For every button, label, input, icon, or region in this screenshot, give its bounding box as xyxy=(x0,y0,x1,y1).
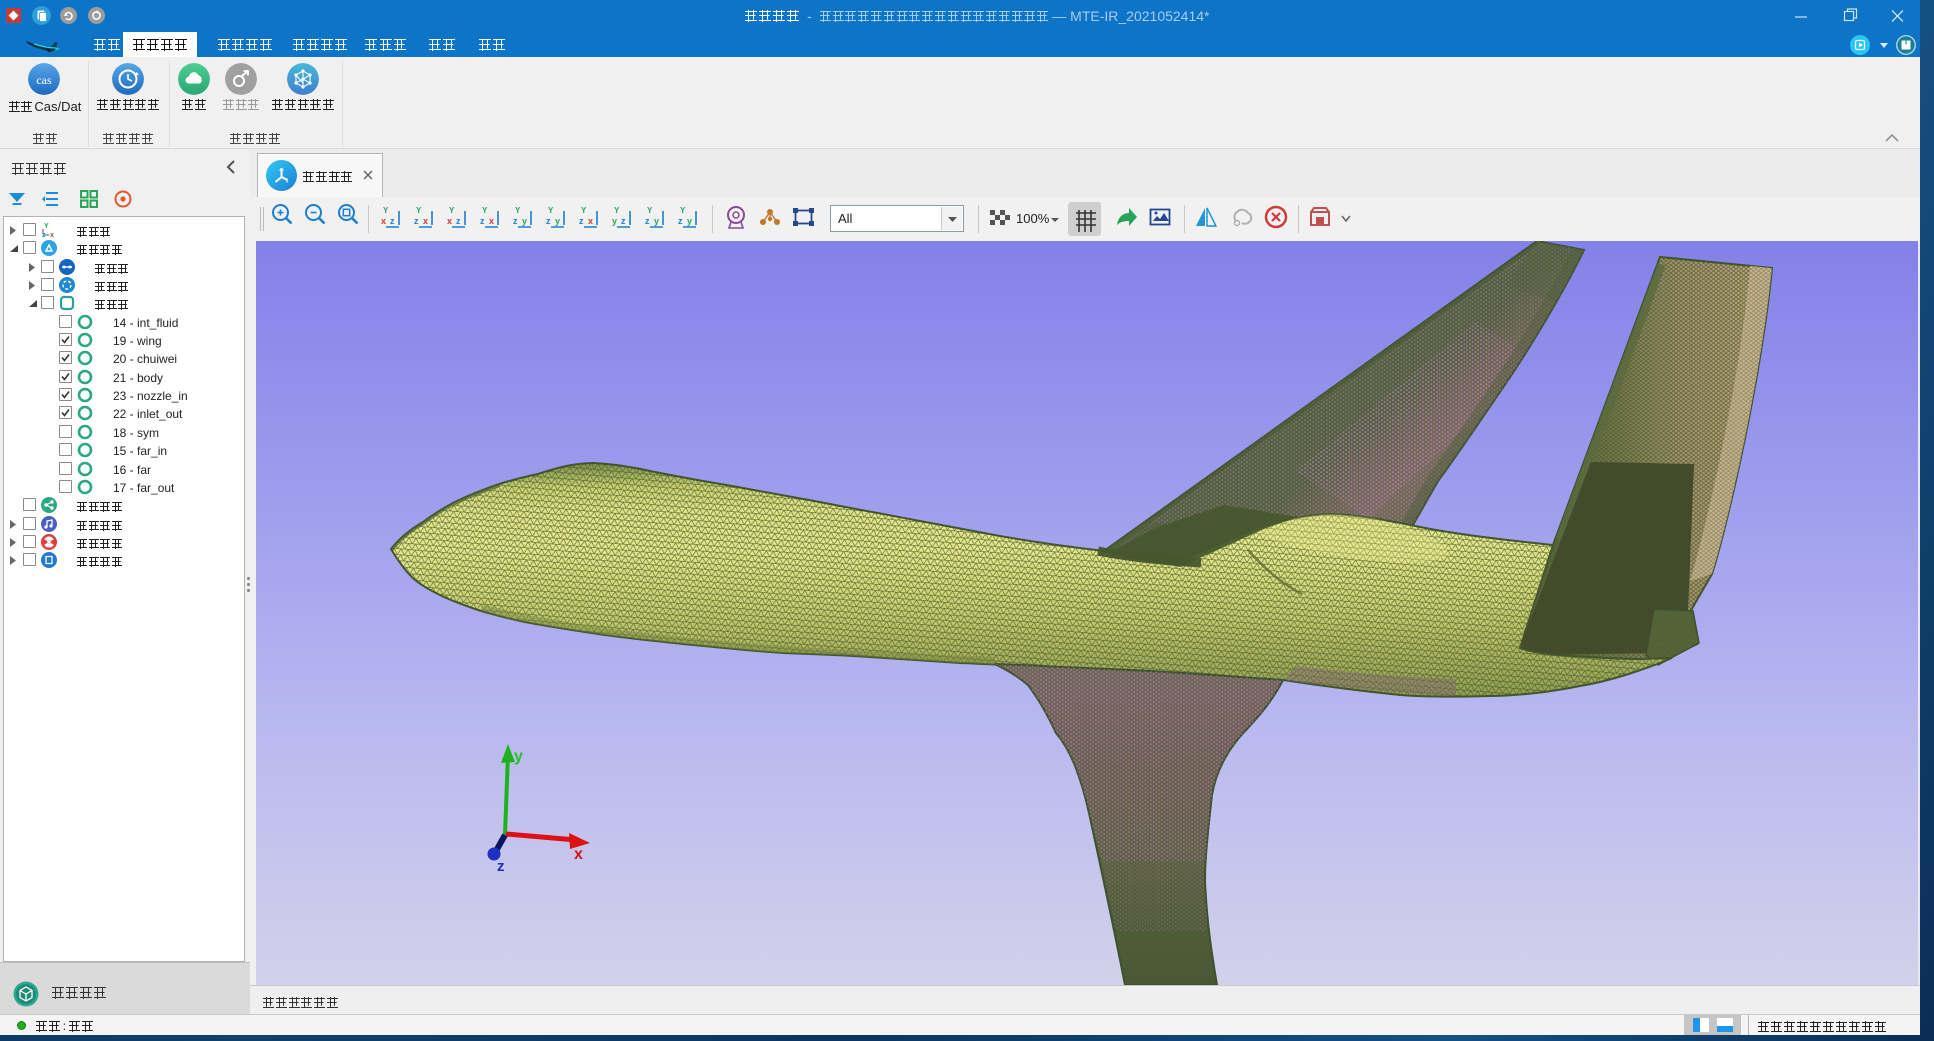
svg-text:z: z xyxy=(456,216,461,226)
svg-text:y: y xyxy=(687,216,692,226)
svg-text:x: x xyxy=(588,216,593,226)
svg-text:Y: Y xyxy=(416,206,422,215)
svg-text:Y: Y xyxy=(680,206,686,215)
svg-text:y: y xyxy=(514,748,523,765)
svg-text:x: x xyxy=(447,216,452,226)
svg-text:Y: Y xyxy=(614,206,620,215)
svg-text:Y: Y xyxy=(581,206,587,215)
svg-text:z: z xyxy=(579,216,584,226)
svg-text:z: z xyxy=(621,216,626,226)
svg-text:z: z xyxy=(678,216,683,226)
svg-text:Y: Y xyxy=(482,206,488,215)
svg-text:z: z xyxy=(390,216,395,226)
svg-text:z: z xyxy=(513,216,518,226)
svg-text:Y: Y xyxy=(515,206,521,215)
svg-text:x: x xyxy=(381,216,386,226)
svg-text:z: z xyxy=(414,216,419,226)
svg-text:z: z xyxy=(497,858,505,875)
svg-text:y: y xyxy=(522,216,527,226)
svg-text:Y: Y xyxy=(647,206,653,215)
svg-text:x: x xyxy=(50,232,54,238)
svg-text:y: y xyxy=(654,216,659,226)
svg-text:cas: cas xyxy=(36,73,52,87)
svg-text:y: y xyxy=(612,216,617,226)
svg-text:z: z xyxy=(546,216,551,226)
svg-text:Y: Y xyxy=(548,206,554,215)
svg-text:Y: Y xyxy=(449,206,455,215)
svg-text:Y: Y xyxy=(383,206,389,215)
svg-text:z: z xyxy=(480,216,485,226)
svg-text:x: x xyxy=(574,846,583,863)
svg-text:Y: Y xyxy=(44,223,49,230)
svg-text:x: x xyxy=(489,216,494,226)
svg-text:z: z xyxy=(645,216,650,226)
svg-text:x: x xyxy=(423,216,428,226)
svg-text:y: y xyxy=(555,216,560,226)
